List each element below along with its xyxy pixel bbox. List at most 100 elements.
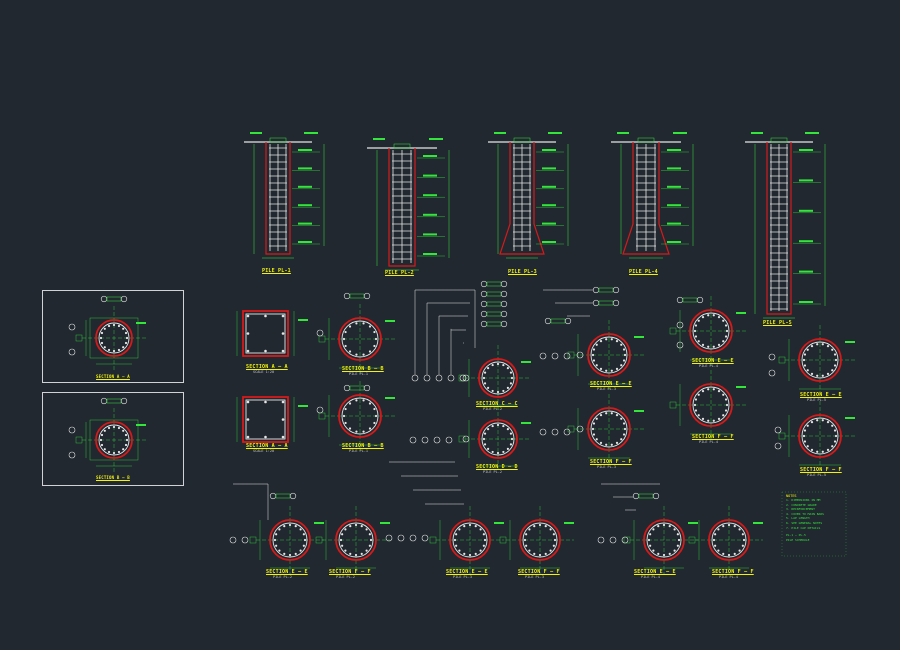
rebar-dot xyxy=(369,538,373,542)
rebar-dot xyxy=(620,364,623,367)
rebar-dot xyxy=(722,552,725,555)
section-sublabel: PILE PL-3 xyxy=(597,387,616,391)
rebar-dot xyxy=(344,421,347,425)
pile-elevation xyxy=(488,132,569,259)
pile-section xyxy=(318,304,395,374)
level-text xyxy=(805,132,819,134)
bar-mark-tag xyxy=(480,300,508,308)
pile-section xyxy=(499,506,574,574)
rebar-dot xyxy=(458,528,461,531)
bar-mark-callout xyxy=(433,436,441,444)
annotation-text xyxy=(799,179,813,182)
rebar-dot xyxy=(246,400,250,404)
callout-circle xyxy=(774,426,782,434)
rebar-dot xyxy=(288,553,292,557)
rebar-dot xyxy=(816,343,819,346)
pile-elevation xyxy=(244,132,325,259)
rebar-dot xyxy=(468,523,472,527)
bar-mark-callout xyxy=(409,436,417,444)
callout-circle xyxy=(592,299,600,307)
tag-box xyxy=(486,321,502,327)
rebar-dot xyxy=(668,525,671,528)
bar-tag xyxy=(567,425,575,433)
rebar-dot xyxy=(610,338,613,341)
annotation-text xyxy=(423,194,437,197)
callout-circle xyxy=(500,280,508,288)
rebar-dot xyxy=(741,533,744,536)
rebar-dot xyxy=(552,544,555,547)
rebar-dot xyxy=(299,528,302,531)
section-sublabel: PILE PL-5 xyxy=(807,473,826,477)
rebar-dot xyxy=(676,533,679,536)
callout-circle xyxy=(597,536,605,544)
rebar-dot xyxy=(677,538,681,542)
annotation-text xyxy=(542,167,556,170)
rebar-dot xyxy=(342,414,346,418)
rebar-dot xyxy=(502,363,505,367)
rebar-dot xyxy=(826,448,830,451)
rebar-dot xyxy=(474,552,477,555)
rebar-dot xyxy=(453,538,457,542)
rebar-dot xyxy=(821,419,824,422)
rebar-dot xyxy=(373,421,376,425)
tag-box xyxy=(598,300,614,306)
rebar-dot xyxy=(620,343,623,346)
rebar-dot xyxy=(649,533,652,536)
rebar-dot xyxy=(727,523,731,527)
rebar-dot xyxy=(354,553,358,557)
callout-circle xyxy=(343,292,351,300)
bar-tag xyxy=(669,327,677,335)
level-text xyxy=(673,132,687,134)
annotation-text xyxy=(298,241,312,243)
annotation-text xyxy=(385,397,395,399)
rebar-dot xyxy=(623,353,627,357)
rebar-dot xyxy=(278,528,281,531)
rebar-dot xyxy=(354,523,358,527)
callout-circle xyxy=(289,492,297,500)
rebar-dot xyxy=(615,367,619,370)
section-sublabel: PILE PL-5 xyxy=(807,398,826,402)
bar-mark-callout xyxy=(539,428,547,436)
rebar-dot xyxy=(592,433,596,436)
callout-circle xyxy=(551,352,559,360)
section-layer xyxy=(75,296,855,574)
rebar-dot xyxy=(374,414,378,418)
rebar-dot xyxy=(496,423,500,427)
bar-mark-callout xyxy=(597,536,605,544)
rebar-dot xyxy=(491,363,494,367)
rebar-dot xyxy=(368,544,371,547)
pile-section xyxy=(688,506,763,574)
rebar-dot xyxy=(826,372,830,375)
spiral-tie xyxy=(801,341,839,379)
pile-section-square xyxy=(236,310,308,357)
bar-mark-callout xyxy=(241,536,249,544)
callout-circle xyxy=(433,436,441,444)
inset-panel-bottom xyxy=(42,392,184,486)
annotation-text xyxy=(298,149,312,151)
pile-label-pl5: PILE PL-5 xyxy=(763,320,792,326)
bar-mark-tag xyxy=(343,292,371,300)
rebar-dot xyxy=(368,325,372,328)
rebar-dot xyxy=(810,345,814,348)
rebar-dot xyxy=(701,417,705,420)
rebar-dot xyxy=(479,549,482,552)
rebar-dot xyxy=(506,367,509,370)
callout-circle xyxy=(500,320,508,328)
annotation-text xyxy=(564,522,574,524)
annotation-text xyxy=(298,185,312,188)
bar-mark-tag xyxy=(343,384,371,392)
rebar-dot xyxy=(610,443,613,446)
rebar-dot xyxy=(717,316,721,319)
rebar-dot xyxy=(264,349,267,353)
rebar-dot xyxy=(355,353,358,356)
rebar-dot xyxy=(712,538,716,542)
rebar-dot xyxy=(697,340,700,343)
rebar-dot xyxy=(355,430,358,433)
rebar-dot xyxy=(722,414,725,417)
section-sublabel: PILE PL-4 xyxy=(699,440,718,444)
callout-circle xyxy=(676,296,684,304)
section-sublabel: PILE PL-2 xyxy=(483,470,502,474)
rebar-dot xyxy=(662,523,666,527)
rebar-dot xyxy=(693,403,697,407)
annotation-text xyxy=(423,233,437,236)
